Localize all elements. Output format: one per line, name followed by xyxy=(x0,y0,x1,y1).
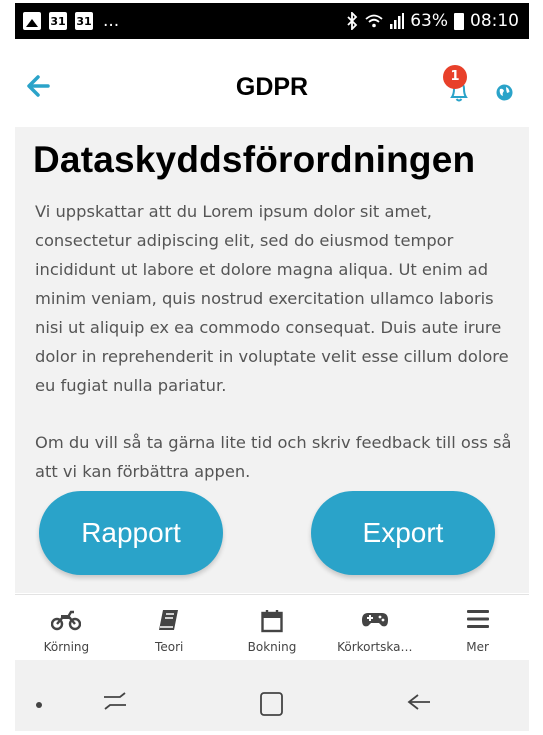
content-paragraph: Vi uppskattar att du Lorem ipsum dolor s… xyxy=(35,202,509,395)
tab-korkortskoll[interactable]: Körkortska… xyxy=(323,595,426,661)
tab-label: Bokning xyxy=(247,640,297,654)
tab-mer[interactable]: Mer xyxy=(426,595,529,661)
export-button[interactable]: Export xyxy=(311,491,495,575)
status-overflow: ... xyxy=(103,11,120,31)
wifi-icon xyxy=(365,14,383,28)
back-icon xyxy=(407,694,430,710)
notification-badge[interactable]: 1 xyxy=(443,65,467,89)
bluetooth-icon xyxy=(347,12,358,30)
back-button[interactable] xyxy=(385,660,465,731)
tab-label: Mer xyxy=(466,640,489,654)
recent-apps-button[interactable] xyxy=(75,660,155,731)
status-time: 08:10 xyxy=(470,11,519,31)
gamepad-icon xyxy=(361,613,388,627)
feedback-paragraph: Om du vill så ta gärna lite tid och skri… xyxy=(35,433,512,481)
recent-apps-icon xyxy=(104,692,126,710)
menu-icon xyxy=(466,610,489,628)
home-button[interactable] xyxy=(242,660,322,731)
content-heading: Dataskyddsförordningen xyxy=(33,139,476,180)
motorcycle-icon xyxy=(51,610,82,631)
bottom-tab-bar: Körning Teori Bokning Körkortska… Mer xyxy=(15,594,529,661)
signal-icon xyxy=(390,13,405,29)
calendar-icon xyxy=(261,610,283,633)
tab-label: Teori xyxy=(155,640,184,654)
rapport-button[interactable]: Rapport xyxy=(39,491,223,575)
tab-korning[interactable]: Körning xyxy=(15,595,118,661)
calendar-icon: 31 xyxy=(75,12,93,30)
status-bar-right: 63% 08:10 xyxy=(346,3,519,39)
status-bar: 31 31 ... 63% 08:10 xyxy=(15,3,529,39)
main-content: Dataskyddsförordningen Vi uppskattar att… xyxy=(15,127,529,593)
battery-percent: 63% xyxy=(410,11,448,31)
tab-bokning[interactable]: Bokning xyxy=(221,595,324,661)
globe-icon[interactable] xyxy=(496,84,513,101)
tab-teori[interactable]: Teori xyxy=(118,595,221,661)
app-header: GDPR 1 xyxy=(15,39,529,127)
status-bar-left: 31 31 ... xyxy=(23,3,119,39)
system-nav-bar xyxy=(15,660,529,731)
book-icon xyxy=(159,610,179,630)
image-icon xyxy=(23,12,41,30)
battery-icon xyxy=(454,12,464,30)
tab-label: Körkortska… xyxy=(337,640,413,654)
tab-label: Körning xyxy=(43,640,90,654)
calendar-icon: 31 xyxy=(49,12,67,30)
home-icon xyxy=(260,692,283,716)
